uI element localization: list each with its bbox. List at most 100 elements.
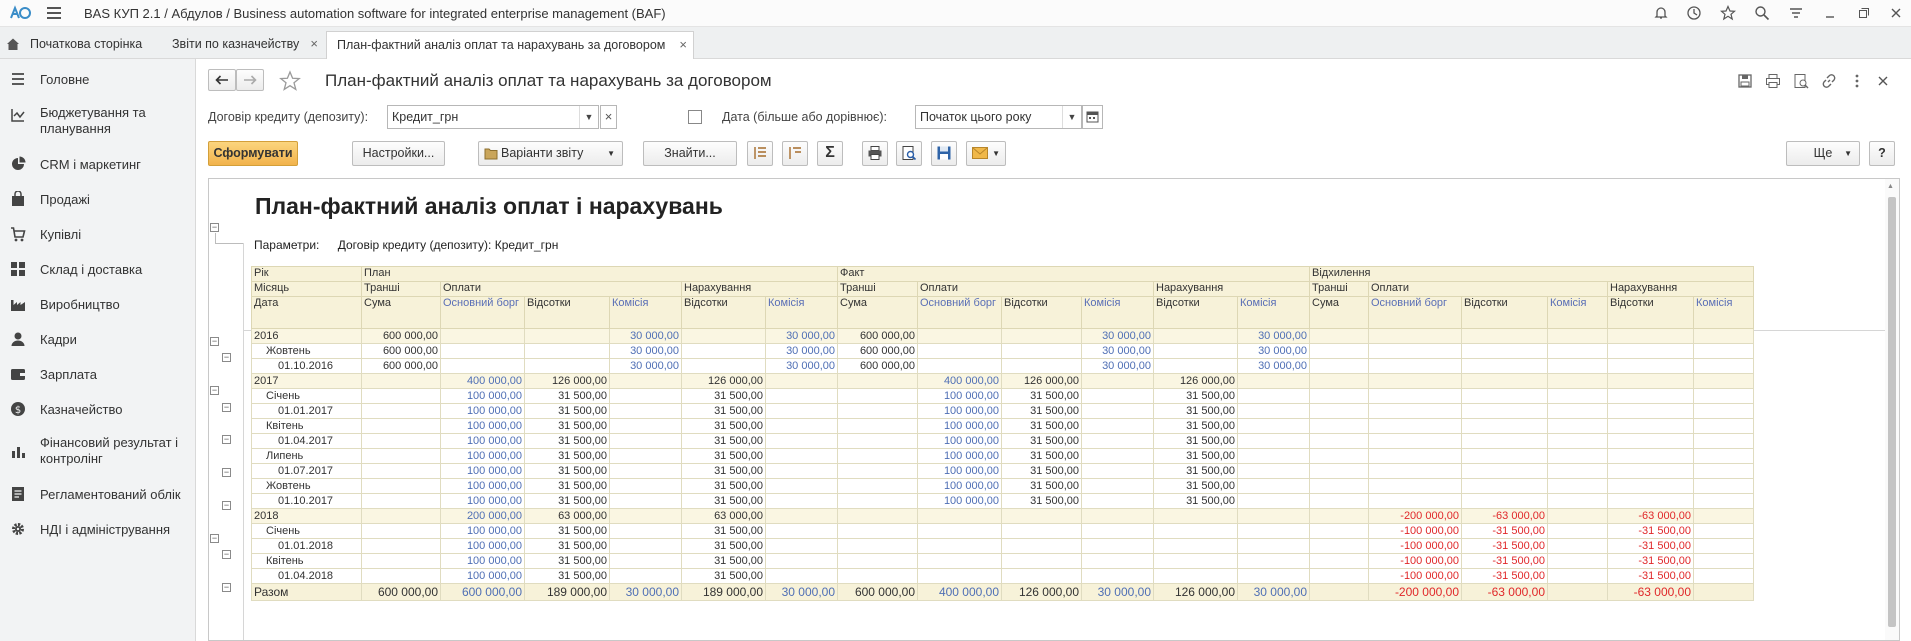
link-icon[interactable] [1821, 73, 1837, 89]
sidebar-item-sales[interactable]: Продажі [0, 191, 195, 211]
table-row[interactable]: 01.04.2017 100 000,00 31 500,00 31 500,00 10… [251, 433, 1754, 449]
table-row[interactable]: Липень 100 000,00 31 500,00 31 500,00 100 00… [251, 448, 1754, 464]
print-button[interactable] [862, 141, 888, 166]
tab-home[interactable]: Початкова сторінка [0, 31, 158, 59]
table-row[interactable]: Жовтень 600 000,00 30 000,00 30 000,00 600 0… [251, 343, 1754, 359]
table-row[interactable]: 01.10.2016 600 000,00 30 000,00 30 000,00 60… [251, 358, 1754, 374]
sidebar-item-regulated-accounting[interactable]: Регламентований облік [0, 486, 195, 506]
sidebar-item-production[interactable]: Виробництво [0, 296, 195, 316]
date-checkbox[interactable] [688, 110, 702, 124]
value-cell [1368, 418, 1462, 434]
sum-button[interactable]: Σ [817, 141, 843, 166]
date-dropdown-icon[interactable]: ▼ [1062, 106, 1081, 128]
value-cell: 31 500,00 [681, 493, 766, 509]
scroll-up-icon[interactable]: ▲ [1887, 183, 1894, 190]
table-row[interactable]: 01.07.2017 100 000,00 31 500,00 31 500,00 10… [251, 463, 1754, 479]
table-row[interactable]: 01.01.2018 100 000,00 31 500,00 31 500,00 -1… [251, 538, 1754, 554]
table-row[interactable]: 2017 400 000,00 126 000,00 126 000,00 400 00… [251, 373, 1754, 389]
table-row[interactable]: Січень 100 000,00 31 500,00 31 500,00 100 00… [251, 388, 1754, 404]
group-toggle[interactable]: − [222, 501, 231, 510]
forward-button[interactable] [236, 69, 264, 91]
more-button[interactable]: Ще ▼ [1786, 141, 1860, 166]
table-row[interactable]: 01.01.2017 100 000,00 31 500,00 31 500,00 10… [251, 403, 1754, 419]
collapse-groups-button[interactable] [782, 141, 808, 166]
header-cell: Відсотки [1153, 296, 1238, 329]
star-icon[interactable] [1720, 5, 1736, 21]
value-cell [1547, 388, 1608, 404]
sidebar-item-purchases[interactable]: Купівлі [0, 226, 195, 246]
sidebar-item-hr[interactable]: Кадри [0, 331, 195, 351]
value-cell [917, 523, 1002, 539]
save-icon[interactable] [1737, 73, 1753, 89]
search-icon[interactable] [1754, 5, 1770, 21]
contract-field[interactable]: Кредит_грн [387, 105, 599, 129]
value-cell [1237, 508, 1310, 524]
collapse-parameters-toggle[interactable]: − [210, 223, 219, 232]
back-button[interactable] [208, 69, 236, 91]
value-cell [1081, 433, 1154, 449]
report-document[interactable]: План-фактний аналіз оплат і нарахувань П… [208, 178, 1900, 641]
collapse-groups-icon [789, 147, 801, 159]
table-row[interactable]: Січень 100 000,00 31 500,00 31 500,00 -100 0… [251, 523, 1754, 539]
favorite-star-icon[interactable] [279, 70, 301, 92]
contract-dropdown-icon[interactable]: ▼ [579, 106, 598, 128]
generate-button[interactable]: Сформувати [208, 141, 298, 166]
chevron-down-icon: ▼ [1844, 149, 1852, 158]
save-report-button[interactable] [931, 141, 957, 166]
settings-list-icon[interactable] [1788, 5, 1804, 21]
group-toggle[interactable]: − [210, 534, 219, 543]
table-row[interactable]: 01.10.2017 100 000,00 31 500,00 31 500,00 10… [251, 493, 1754, 509]
sidebar-item-treasury[interactable]: $ Казначейство [0, 401, 195, 421]
sidebar-item-warehouse[interactable]: Склад і доставка [0, 261, 195, 281]
history-icon[interactable] [1686, 5, 1702, 21]
header-cell: Комісія [1081, 296, 1154, 329]
close-form-icon[interactable] [1875, 73, 1891, 89]
close-window-icon[interactable] [1888, 5, 1904, 21]
date-period-field[interactable]: Початок цього року [915, 105, 1082, 129]
table-row[interactable]: 2018 200 000,00 63 000,00 63 000,00 -200 000… [251, 508, 1754, 524]
print-icon[interactable] [1765, 73, 1781, 89]
table-row[interactable]: 2016 600 000,00 30 000,00 30 000,00 600 000,… [251, 328, 1754, 344]
group-toggle[interactable]: − [222, 468, 231, 477]
sidebar-item-administration[interactable]: НДІ і адміністрування [0, 521, 195, 541]
sidebar-item-budgeting[interactable]: Бюджетування та планування [0, 105, 195, 139]
sidebar-item-salary[interactable]: Зарплата [0, 366, 195, 386]
report-variants-button[interactable]: Варіанти звіту ▼ [478, 141, 623, 166]
table-row[interactable]: Жовтень 100 000,00 31 500,00 31 500,00 100 0… [251, 478, 1754, 494]
contract-clear-button[interactable]: × [600, 105, 617, 129]
value-cell [1368, 343, 1462, 359]
group-toggle[interactable]: − [210, 337, 219, 346]
sidebar-item-crm[interactable]: CRM і маркетинг [0, 156, 195, 176]
bell-icon[interactable] [1653, 5, 1669, 21]
expand-groups-button[interactable] [747, 141, 773, 166]
preview-button[interactable] [896, 141, 922, 166]
send-email-button[interactable]: ▼ [966, 141, 1006, 166]
group-toggle[interactable]: − [222, 435, 231, 444]
settings-button[interactable]: Настройки... [352, 141, 445, 166]
group-toggle[interactable]: − [210, 386, 219, 395]
group-toggle[interactable]: − [222, 583, 231, 592]
table-row[interactable]: Квітень 100 000,00 31 500,00 31 500,00 100 0… [251, 418, 1754, 434]
vertical-scrollbar[interactable]: ▲ [1885, 179, 1899, 640]
main-menu-icon[interactable] [47, 7, 61, 19]
group-toggle[interactable]: − [222, 403, 231, 412]
table-row[interactable]: Квітень 100 000,00 31 500,00 31 500,00 -100 … [251, 553, 1754, 569]
more-vertical-icon[interactable] [1849, 73, 1865, 89]
restore-icon[interactable] [1856, 5, 1872, 21]
minimize-icon[interactable] [1822, 5, 1838, 21]
table-row[interactable]: 01.04.2018 100 000,00 31 500,00 31 500,00 -1… [251, 568, 1754, 584]
close-tab-icon[interactable]: × [679, 32, 687, 58]
logo-icon[interactable] [9, 5, 33, 21]
scrollbar-thumb[interactable] [1888, 197, 1896, 627]
calendar-button[interactable] [1082, 105, 1103, 129]
sidebar-item-main[interactable]: Головне [0, 71, 195, 91]
tab-plan-fact-analysis[interactable]: План-фактний аналіз оплат та нарахувань … [326, 31, 694, 59]
find-button[interactable]: Знайти... [643, 141, 737, 166]
print-preview-icon[interactable] [1793, 73, 1809, 89]
close-tab-icon[interactable]: × [310, 31, 318, 57]
tab-treasury-reports[interactable]: Звіти по казначейству × [162, 31, 324, 59]
help-button[interactable]: ? [1869, 141, 1895, 166]
group-toggle[interactable]: − [222, 353, 231, 362]
sidebar-item-financial-result[interactable]: Фінансовий результат і контролінг [0, 435, 195, 469]
group-toggle[interactable]: − [222, 550, 231, 559]
